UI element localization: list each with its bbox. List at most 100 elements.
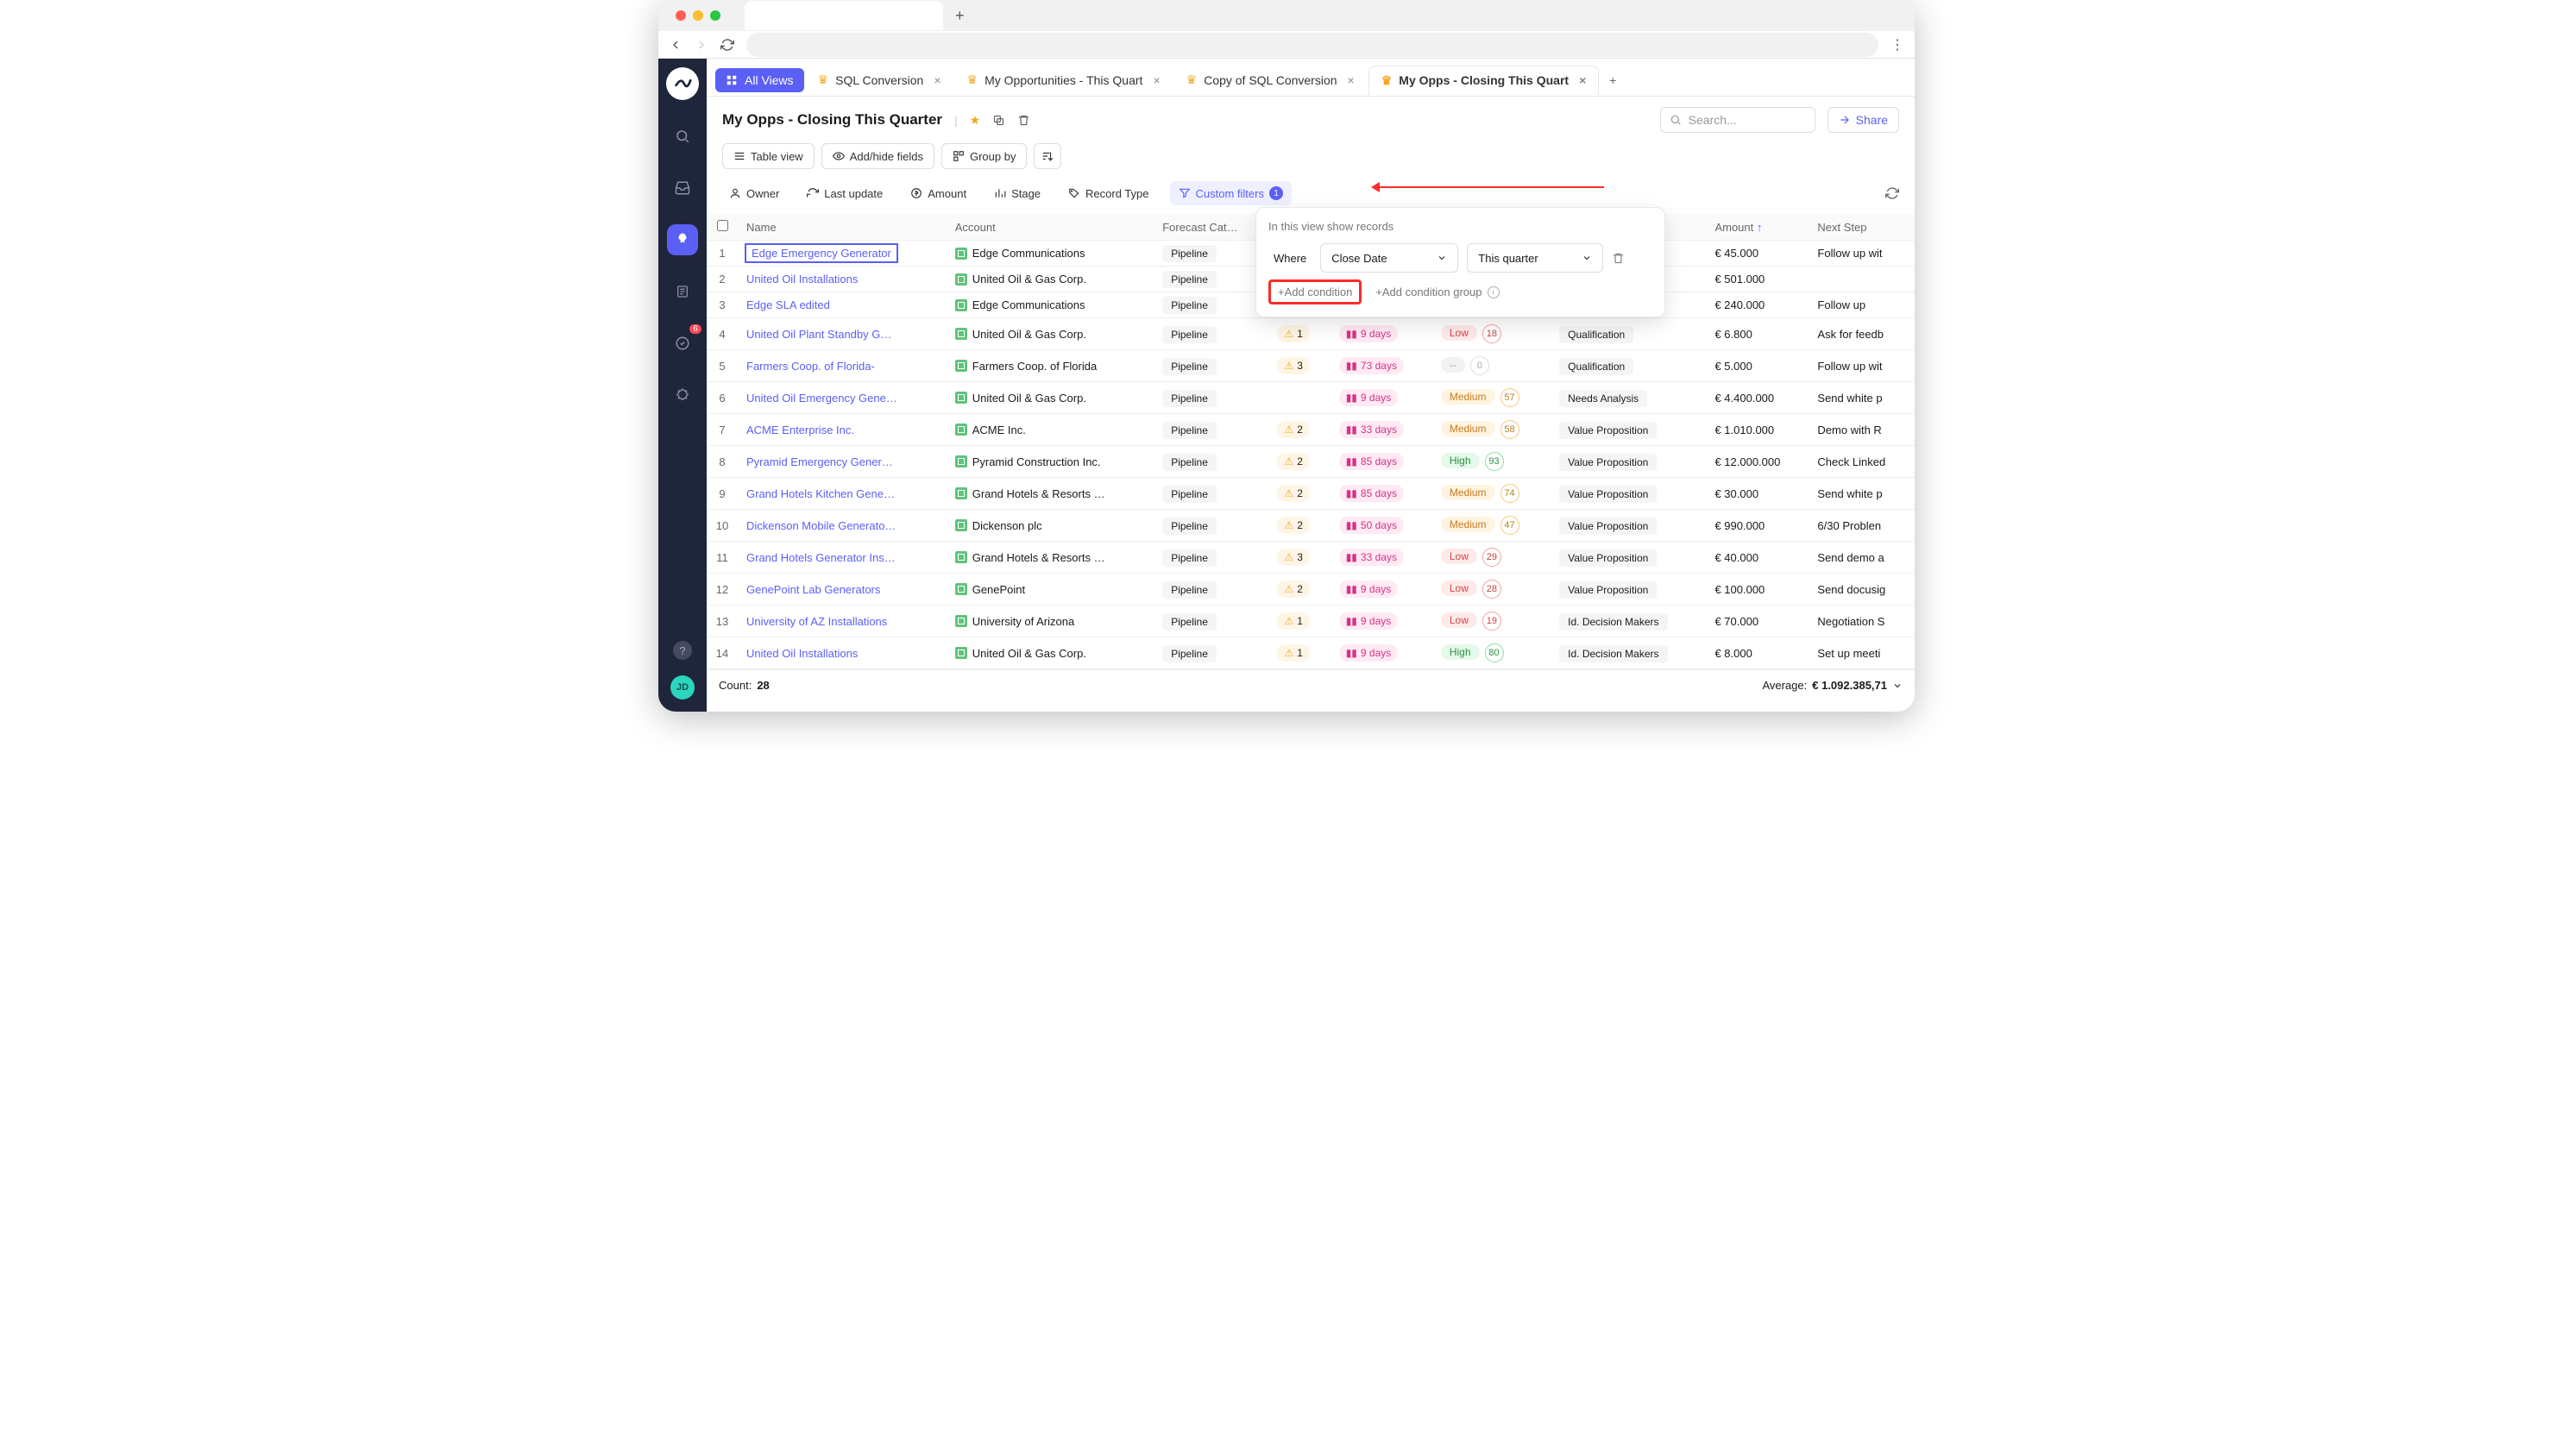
account-cell[interactable]: University of Arizona — [947, 606, 1154, 637]
col-forecast[interactable]: Forecast Cat… — [1154, 214, 1268, 241]
settings-icon[interactable] — [667, 380, 698, 411]
name-cell[interactable]: United Oil Installations — [738, 267, 947, 292]
sort-button[interactable] — [1034, 143, 1061, 169]
nav-forward-icon[interactable] — [695, 38, 708, 52]
app-logo[interactable] — [666, 67, 699, 100]
browser-tab[interactable] — [745, 1, 943, 30]
owner-filter[interactable]: Owner — [722, 182, 786, 205]
account-cell[interactable]: Grand Hotels & Resorts … — [947, 542, 1154, 574]
view-tab-1[interactable]: ♛ My Opportunities - This Quart × — [955, 66, 1173, 94]
stage-filter[interactable]: Stage — [987, 182, 1047, 205]
table-row[interactable]: 8 Pyramid Emergency Gener… Pyramid Const… — [707, 446, 1915, 478]
name-cell[interactable]: Edge SLA edited — [738, 292, 947, 318]
name-cell[interactable]: University of AZ Installations — [738, 606, 947, 637]
table-row[interactable]: 14 United Oil Installations United Oil &… — [707, 637, 1915, 669]
signal-icon: ▮▮ — [1346, 392, 1357, 404]
account-cell[interactable]: GenePoint — [947, 574, 1154, 606]
account-cell[interactable]: Farmers Coop. of Florida — [947, 350, 1154, 382]
search-icon[interactable] — [667, 121, 698, 152]
tasks-icon[interactable]: 6 — [667, 328, 698, 359]
account-cell[interactable]: United Oil & Gas Corp. — [947, 267, 1154, 292]
trash-icon[interactable] — [1017, 114, 1030, 127]
close-tab-icon[interactable]: × — [1579, 73, 1586, 87]
browser-menu-icon[interactable]: ⋮ — [1890, 36, 1904, 53]
account-cell[interactable]: Dickenson plc — [947, 510, 1154, 542]
table-row[interactable]: 6 United Oil Emergency Gene… United Oil … — [707, 382, 1915, 414]
record-type-filter[interactable]: Record Type — [1061, 182, 1155, 205]
rocket-icon[interactable] — [667, 224, 698, 255]
account-cell[interactable]: ACME Inc. — [947, 414, 1154, 446]
name-cell[interactable]: United Oil Plant Standby G… — [738, 318, 947, 350]
row-number: 12 — [707, 574, 738, 606]
delete-condition-icon[interactable] — [1612, 252, 1625, 265]
reload-icon[interactable] — [720, 38, 734, 52]
copy-icon[interactable] — [992, 114, 1005, 127]
close-window-icon[interactable] — [676, 10, 686, 21]
all-views-tab[interactable]: All Views — [715, 68, 804, 92]
amount-filter[interactable]: Amount — [903, 182, 973, 205]
add-condition-group-button[interactable]: +Add condition group i — [1375, 286, 1499, 298]
forecast-cell: Pipeline — [1154, 414, 1268, 446]
name-cell[interactable]: Dickenson Mobile Generato… — [738, 510, 947, 542]
col-name[interactable]: Name — [738, 214, 947, 241]
close-tab-icon[interactable]: × — [934, 73, 940, 87]
maximize-window-icon[interactable] — [710, 10, 720, 21]
close-tab-icon[interactable]: × — [1153, 73, 1160, 87]
view-tab-2[interactable]: ♛ Copy of SQL Conversion × — [1174, 66, 1367, 94]
stage-cell: Value Proposition — [1551, 542, 1706, 574]
table-view-button[interactable]: Table view — [722, 143, 815, 169]
name-cell[interactable]: United Oil Emergency Gene… — [738, 382, 947, 414]
help-icon[interactable]: ? — [673, 641, 692, 660]
table-row[interactable]: 9 Grand Hotels Kitchen Gene… Grand Hotel… — [707, 478, 1915, 510]
name-cell[interactable]: Pyramid Emergency Gener… — [738, 446, 947, 478]
table-row[interactable]: 7 ACME Enterprise Inc. ACME Inc. Pipelin… — [707, 414, 1915, 446]
inbox-icon[interactable] — [667, 173, 698, 204]
account-cell[interactable]: Pyramid Construction Inc. — [947, 446, 1154, 478]
table-row[interactable]: 4 United Oil Plant Standby G… United Oil… — [707, 318, 1915, 350]
share-button[interactable]: Share — [1828, 107, 1899, 133]
new-browser-tab-button[interactable]: + — [955, 7, 965, 25]
refresh-button[interactable] — [1885, 186, 1899, 200]
col-account[interactable]: Account — [947, 214, 1154, 241]
user-avatar[interactable]: JD — [670, 675, 695, 700]
group-by-button[interactable]: Group by — [941, 143, 1027, 169]
table-row[interactable]: 12 GenePoint Lab Generators GenePoint Pi… — [707, 574, 1915, 606]
close-tab-icon[interactable]: × — [1348, 73, 1355, 87]
table-row[interactable]: 13 University of AZ Installations Univer… — [707, 606, 1915, 637]
name-cell[interactable]: Edge Emergency Generator — [738, 241, 947, 267]
name-cell[interactable]: United Oil Installations — [738, 637, 947, 669]
account-cell[interactable]: Edge Communications — [947, 292, 1154, 318]
chevron-down-icon[interactable] — [1892, 681, 1903, 691]
minimize-window-icon[interactable] — [693, 10, 703, 21]
view-tab-0[interactable]: ♛ SQL Conversion × — [806, 66, 953, 94]
name-cell[interactable]: Grand Hotels Generator Ins… — [738, 542, 947, 574]
add-view-tab-button[interactable]: + — [1601, 68, 1625, 92]
custom-filters-button[interactable]: Custom filters 1 — [1170, 181, 1292, 205]
table-row[interactable]: 5 Farmers Coop. of Florida- Farmers Coop… — [707, 350, 1915, 382]
account-cell[interactable]: United Oil & Gas Corp. — [947, 318, 1154, 350]
notes-icon[interactable] — [667, 276, 698, 307]
table-row[interactable]: 10 Dickenson Mobile Generato… Dickenson … — [707, 510, 1915, 542]
name-cell[interactable]: Farmers Coop. of Florida- — [738, 350, 947, 382]
col-next-step[interactable]: Next Step — [1809, 214, 1915, 241]
search-input[interactable]: Search... — [1660, 107, 1815, 133]
add-condition-button[interactable]: +Add condition — [1268, 279, 1362, 304]
name-cell[interactable]: Grand Hotels Kitchen Gene… — [738, 478, 947, 510]
filter-value-select[interactable]: This quarter — [1467, 243, 1603, 273]
nav-back-icon[interactable] — [669, 38, 683, 52]
account-cell[interactable]: Edge Communications — [947, 241, 1154, 267]
star-icon[interactable]: ★ — [970, 113, 981, 128]
add-hide-fields-button[interactable]: Add/hide fields — [821, 143, 934, 169]
account-cell[interactable]: Grand Hotels & Resorts … — [947, 478, 1154, 510]
table-row[interactable]: 11 Grand Hotels Generator Ins… Grand Hot… — [707, 542, 1915, 574]
select-all-checkbox[interactable] — [707, 214, 738, 241]
view-tab-3[interactable]: ♛ My Opps - Closing This Quart × — [1368, 66, 1600, 96]
col-amount[interactable]: Amount — [1706, 214, 1809, 241]
last-update-filter[interactable]: Last update — [800, 182, 890, 205]
address-bar[interactable] — [746, 33, 1878, 57]
name-cell[interactable]: ACME Enterprise Inc. — [738, 414, 947, 446]
account-cell[interactable]: United Oil & Gas Corp. — [947, 382, 1154, 414]
filter-field-select[interactable]: Close Date — [1320, 243, 1458, 273]
account-cell[interactable]: United Oil & Gas Corp. — [947, 637, 1154, 669]
name-cell[interactable]: GenePoint Lab Generators — [738, 574, 947, 606]
